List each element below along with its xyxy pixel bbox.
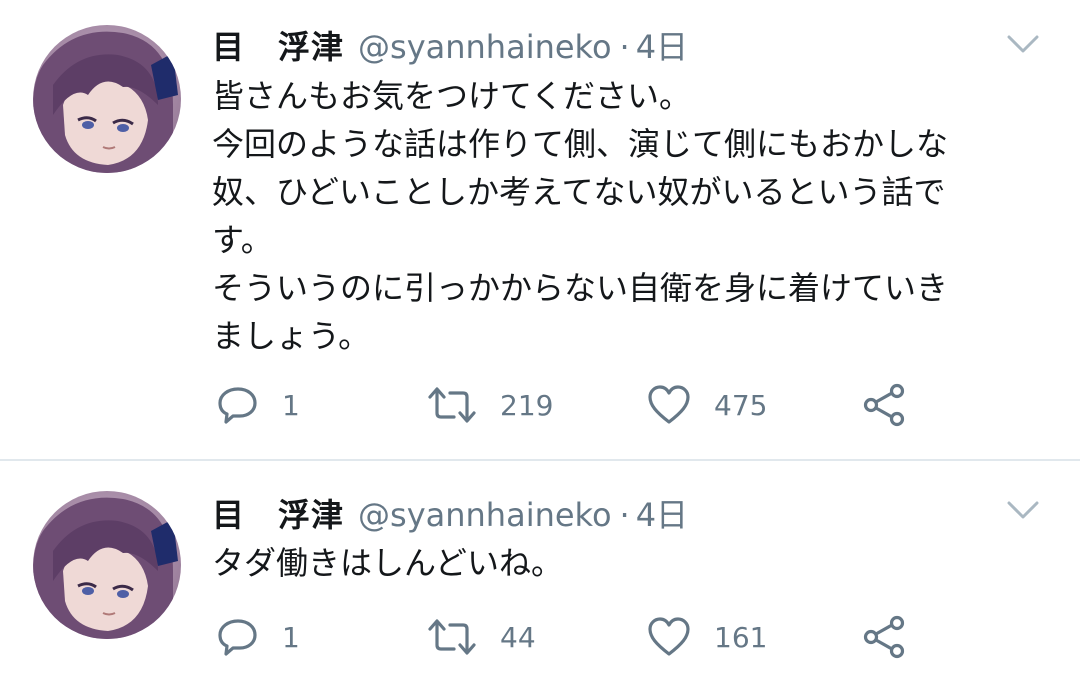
reply-icon [218, 619, 257, 656]
tweet-text: タダ働きはしんどいね。 [212, 539, 1032, 587]
tweet[interactable]: 目 浮津 @syannhaineko · 4日 タダ働きはしんどいね。 1 44 [0, 461, 1080, 686]
retweet-icon [428, 619, 476, 655]
tweet-timestamp[interactable]: 4日 [636, 490, 688, 536]
share-button[interactable] [862, 612, 908, 662]
heart-icon [648, 385, 690, 424]
anime-girl-avatar-icon [33, 25, 181, 173]
separator-dot: · [619, 496, 630, 534]
user-handle[interactable]: @syannhaineko [358, 496, 612, 534]
separator-dot: · [619, 28, 630, 66]
chevron-down-icon [1007, 501, 1039, 519]
display-name[interactable]: 目 浮津 [212, 490, 344, 536]
heart-icon [648, 617, 690, 656]
tweet-actions: 1 219 475 [212, 380, 952, 430]
avatar[interactable] [33, 25, 181, 173]
retweet-count: 219 [500, 388, 554, 422]
tweet-text-line: そういうのに引っかからない自衛を身に着けていき [212, 269, 949, 307]
share-icon [863, 615, 905, 659]
avatar[interactable] [33, 491, 181, 639]
tweet-actions: 1 44 161 [212, 612, 952, 662]
retweet-button[interactable]: 219 [426, 380, 553, 430]
chevron-down-icon [1007, 35, 1039, 53]
retweet-button[interactable]: 44 [426, 612, 536, 662]
reply-count: 1 [282, 388, 300, 422]
tweet-header: 目 浮津 @syannhaineko · 4日 [212, 490, 688, 534]
user-handle[interactable]: @syannhaineko [358, 28, 612, 66]
tweet-text-line: 奴、ひどいことしか考えてない奴がいるという話で [212, 173, 946, 211]
reply-button[interactable]: 1 [216, 612, 300, 662]
tweet-header: 目 浮津 @syannhaineko · 4日 [212, 22, 688, 66]
reply-button[interactable]: 1 [216, 380, 300, 430]
like-button[interactable]: 161 [646, 612, 767, 662]
tweet[interactable]: 目 浮津 @syannhaineko · 4日 皆さんもお気をつけてください。 … [0, 0, 1080, 460]
retweet-count: 44 [500, 620, 536, 654]
reply-icon [218, 387, 257, 424]
tweet-menu-button[interactable] [1005, 498, 1041, 522]
share-button[interactable] [862, 380, 908, 430]
reply-count: 1 [282, 620, 300, 654]
tweet-text: 皆さんもお気をつけてください。 今回のような話は作りて側、演じて側にもおかしな … [212, 72, 1032, 360]
display-name[interactable]: 目 浮津 [212, 22, 344, 68]
tweet-timestamp[interactable]: 4日 [636, 22, 688, 68]
tweet-text-line: タダ働きはしんどいね。 [212, 544, 564, 582]
tweet-text-line: す。 [212, 221, 273, 259]
tweet-text-line: 今回のような話は作りて側、演じて側にもおかしな [212, 125, 949, 163]
tweet-text-line: 皆さんもお気をつけてください。 [212, 77, 692, 115]
retweet-icon [428, 387, 476, 423]
like-count: 475 [714, 388, 768, 422]
tweet-menu-button[interactable] [1005, 32, 1041, 56]
like-button[interactable]: 475 [646, 380, 767, 430]
anime-girl-avatar-icon [33, 491, 181, 639]
tweet-text-line: ましょう。 [212, 317, 371, 355]
like-count: 161 [714, 620, 768, 654]
share-icon [863, 383, 905, 427]
